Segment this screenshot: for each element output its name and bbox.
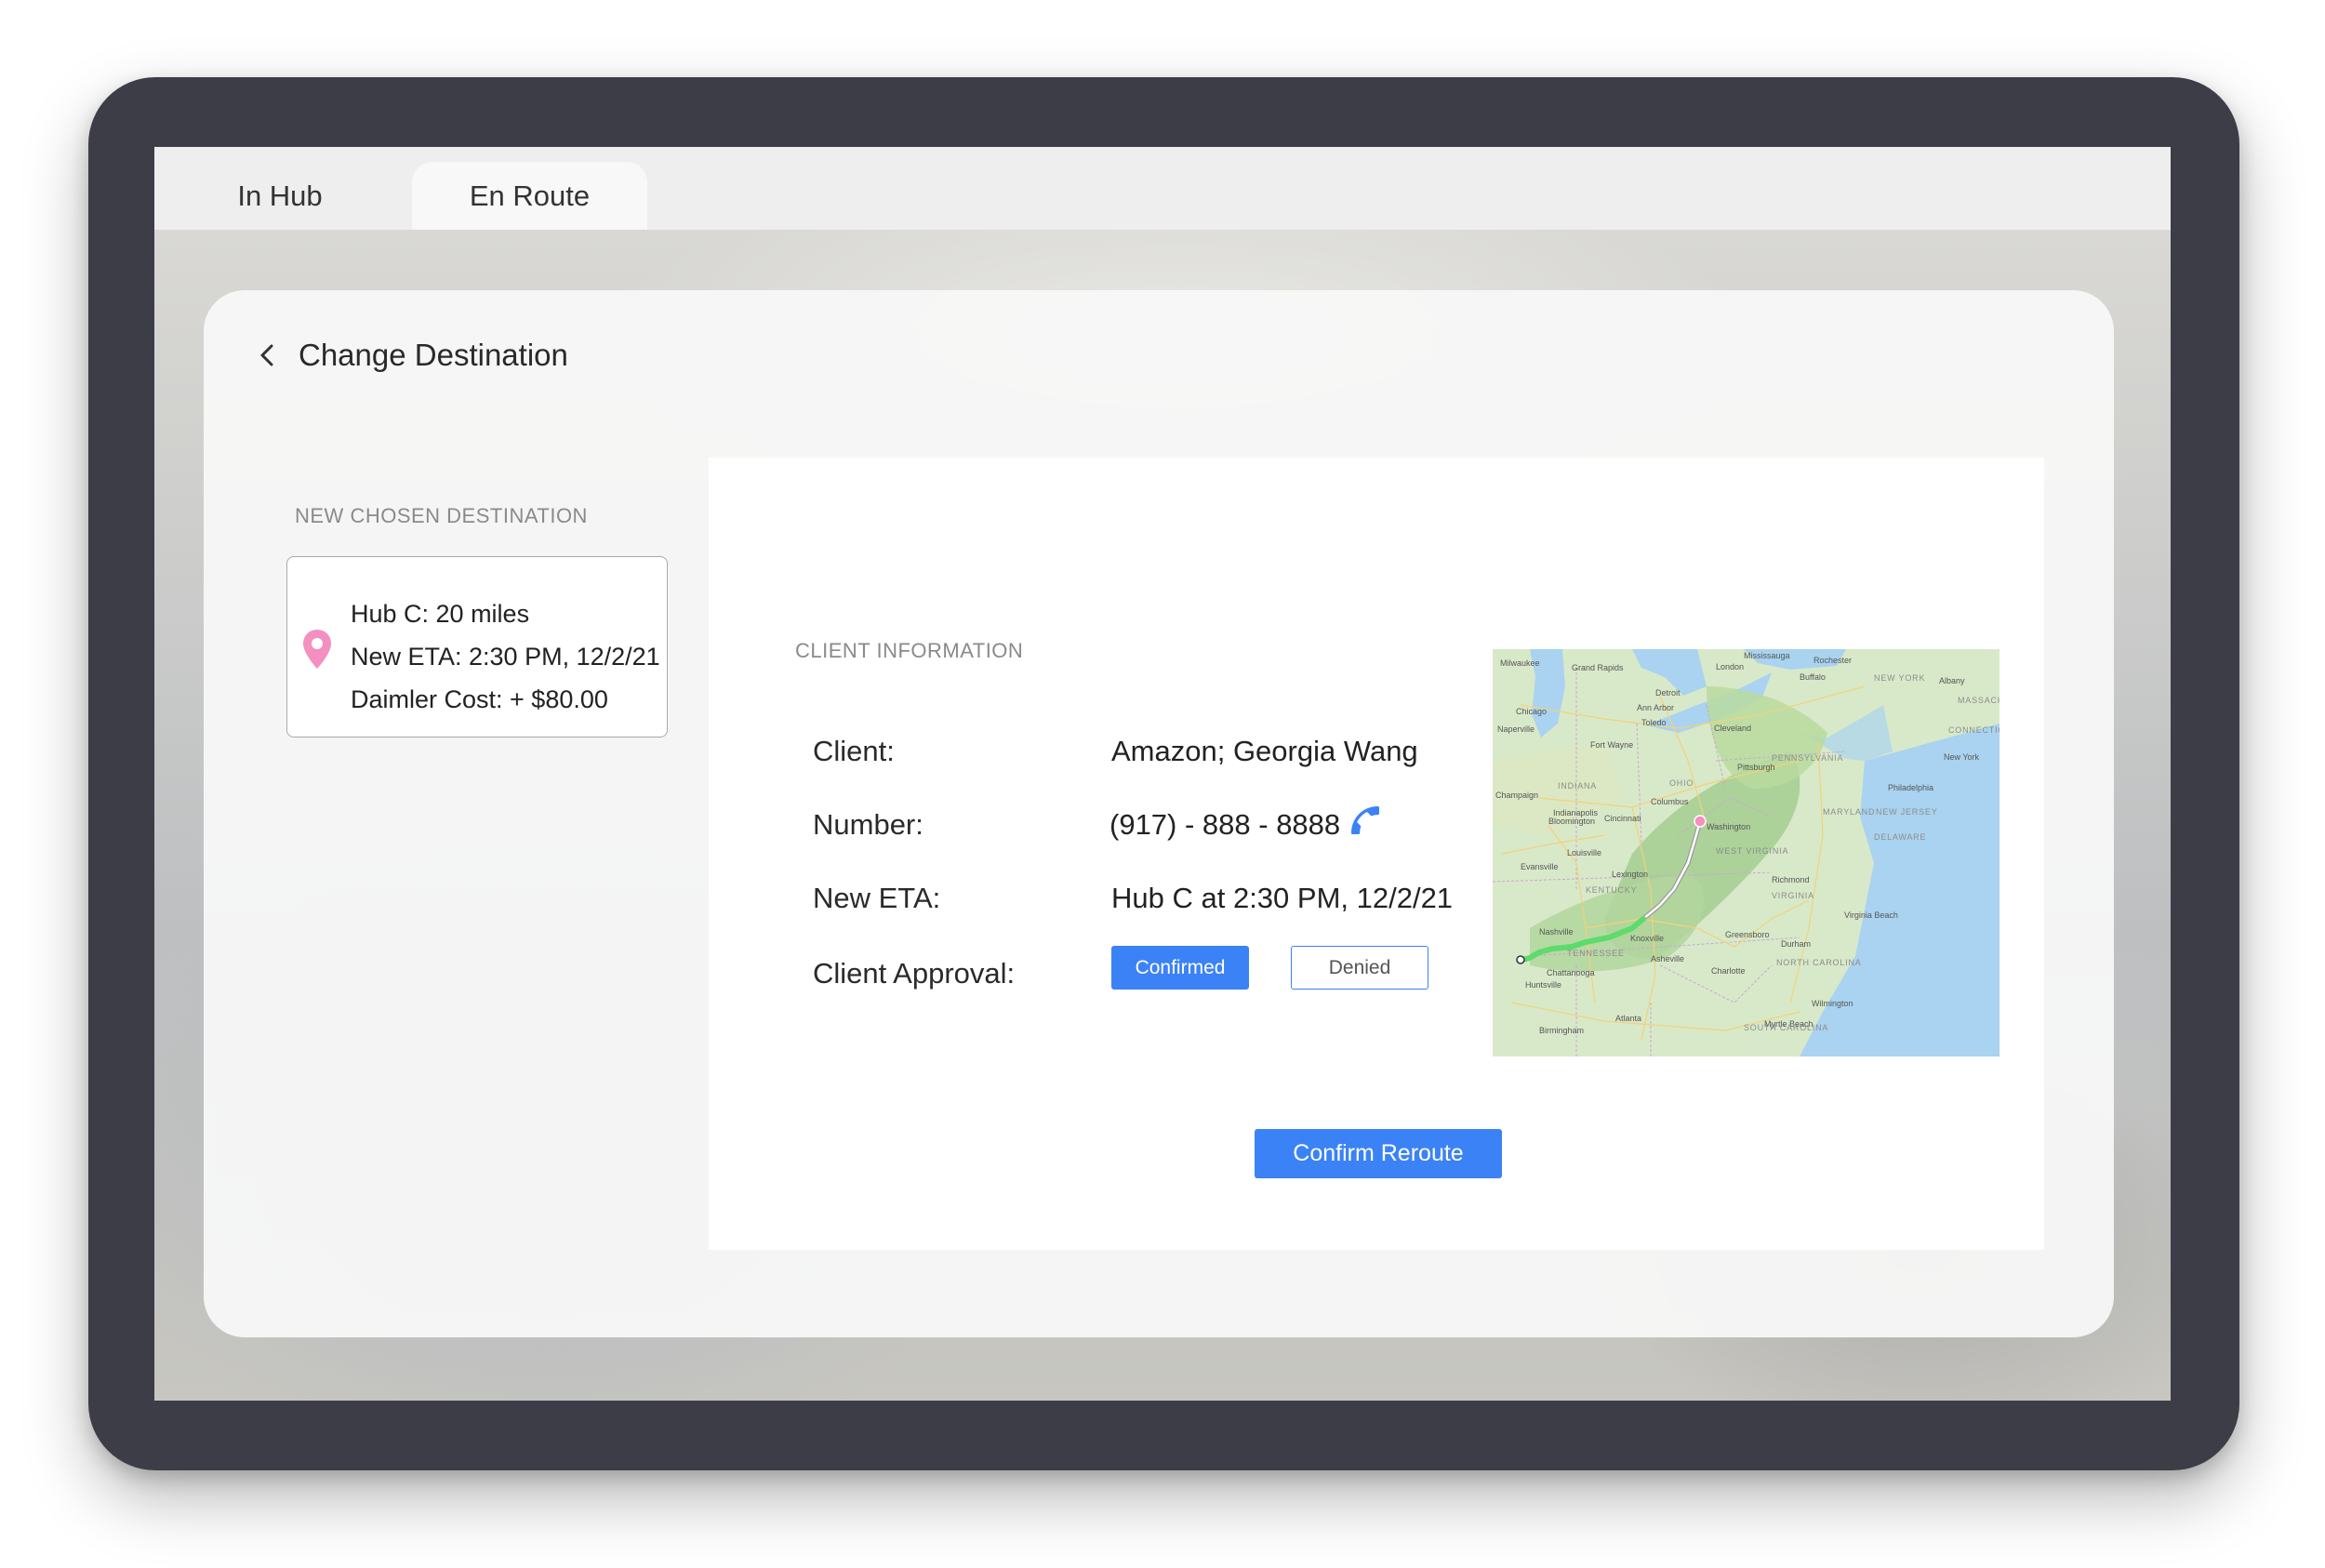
map-label-city: Virginia Beach <box>1844 910 1898 920</box>
map-label-city: Washington <box>1707 822 1750 831</box>
map-label-city: Albany <box>1939 676 1965 685</box>
destination-distance: Hub C: 20 miles <box>351 600 530 628</box>
map-label-state: OHIO <box>1669 778 1694 788</box>
map-label-state: TENNESSEE <box>1567 949 1625 958</box>
map-label-state: WEST VIRGINIA <box>1716 846 1788 856</box>
number-label: Number: <box>813 808 923 841</box>
map-label-city: Naperville <box>1497 724 1534 734</box>
map-label-city: Birmingham <box>1539 1026 1584 1035</box>
phone-icon[interactable] <box>1347 802 1384 839</box>
destination-cost: Daimler Cost: + $80.00 <box>351 685 608 713</box>
map-label-state: PENNSYLVANIA <box>1772 753 1843 763</box>
confirmed-button[interactable]: Confirmed <box>1111 946 1249 990</box>
map-label-city: Ann Arbor <box>1637 703 1674 712</box>
map-label-city: Charlotte <box>1711 966 1746 976</box>
map-label-city: Nashville <box>1539 927 1574 937</box>
map-label-city: Toledo <box>1641 718 1667 727</box>
map-label-state: INDIANA <box>1558 781 1597 791</box>
map-label-city: London <box>1716 662 1744 671</box>
map-label-city: Knoxville <box>1630 934 1664 943</box>
back-navigation[interactable]: Change Destination <box>256 333 568 378</box>
map-label-city: Greensboro <box>1725 930 1770 939</box>
map-label-city: Milwaukee <box>1500 658 1540 668</box>
map-label-city: Cleveland <box>1714 724 1751 733</box>
map-label-city: Durham <box>1781 939 1811 949</box>
destination-eta: New ETA: 2:30 PM, 12/2/21 <box>351 643 660 671</box>
client-approval-label: Client Approval: <box>813 957 1016 990</box>
location-pin-icon <box>303 630 331 669</box>
map-label-state: NORTH CAROLINA <box>1776 958 1862 967</box>
map-label-city: Wilmington <box>1812 999 1853 1008</box>
eta-value: Hub C at 2:30 PM, 12/2/21 <box>1111 882 1454 914</box>
map-label-state: MARYLAND <box>1823 807 1875 817</box>
map-label-city: Bloomington <box>1548 817 1595 826</box>
map-label-city: Detroit <box>1655 688 1681 698</box>
map-label-city: Asheville <box>1651 954 1684 963</box>
map-label-city: Philadelphia <box>1888 783 1933 792</box>
map-label-city: Columbus <box>1651 797 1689 806</box>
map-label-city: Grand Rapids <box>1572 663 1624 672</box>
number-value: (917) - 888 - 8888 <box>1109 808 1341 841</box>
map-label-city: Chicago <box>1516 707 1547 716</box>
destination-card[interactable]: Hub C: 20 miles New ETA: 2:30 PM, 12/2/2… <box>286 556 668 737</box>
map-label-city: Pittsburgh <box>1737 763 1775 772</box>
map-label-state: VIRGINIA <box>1772 891 1814 900</box>
client-information-card: CLIENT INFORMATION Client: Amazon; Georg… <box>709 458 2044 1250</box>
map-label-city: Huntsville <box>1525 980 1561 990</box>
tab-in-hub[interactable]: In Hub <box>210 162 350 230</box>
app-screen: In Hub En Route Change Destination NEW C… <box>154 147 2171 1401</box>
map-label-state: CONNECTIC <box>1948 725 2000 735</box>
map-label-state: NEW YORK <box>1874 673 1925 683</box>
map-label-city: Mississauga <box>1744 651 1790 660</box>
client-information-label: CLIENT INFORMATION <box>795 639 1024 662</box>
map-label-city: Buffalo <box>1800 672 1826 682</box>
map-label-city: Louisville <box>1567 848 1601 857</box>
map-label-state: KENTUCKY <box>1586 885 1637 895</box>
new-destination-label: NEW CHOSEN DESTINATION <box>295 504 588 527</box>
tab-bar: In Hub En Route <box>154 147 2171 230</box>
map-label-city: Rochester <box>1814 656 1852 665</box>
client-label: Client: <box>813 735 895 767</box>
map-label-city: Cincinnati <box>1604 814 1641 823</box>
destination-details: Hub C: 20 miles New ETA: 2:30 PM, 12/2/2… <box>351 592 660 721</box>
map-label-state: DELAWARE <box>1874 832 1926 842</box>
page-title: Change Destination <box>299 338 568 372</box>
map-label-state: MASSACHU <box>1958 696 2000 705</box>
confirm-reroute-button[interactable]: Confirm Reroute <box>1255 1129 1502 1178</box>
route-map[interactable]: Milwaukee Grand Rapids Mississauga Roche… <box>1493 649 2000 1056</box>
change-destination-panel: Change Destination NEW CHOSEN DESTINATIO… <box>204 290 2114 1337</box>
map-label-city: Atlanta <box>1615 1014 1641 1023</box>
map-label-city: Fort Wayne <box>1590 740 1633 750</box>
map-label-state: SOUTH CAROLINA <box>1744 1023 1828 1032</box>
route-map-canvas: Milwaukee Grand Rapids Mississauga Roche… <box>1493 649 2000 1056</box>
map-label-city: Richmond <box>1772 875 1810 884</box>
map-label-state: NEW JERSEY <box>1876 807 1938 817</box>
chevron-left-icon[interactable] <box>256 340 278 370</box>
denied-button[interactable]: Denied <box>1291 946 1428 990</box>
client-value: Amazon; Georgia Wang <box>1111 735 1418 767</box>
eta-label: New ETA: <box>813 882 941 914</box>
tab-en-route[interactable]: En Route <box>412 162 647 230</box>
map-label-city: Champaign <box>1495 791 1538 800</box>
map-label-city: Evansville <box>1521 862 1559 871</box>
map-label-city: Lexington <box>1612 870 1648 879</box>
map-label-city: New York <box>1944 752 1980 762</box>
map-label-city: Chattanooga <box>1547 968 1595 977</box>
